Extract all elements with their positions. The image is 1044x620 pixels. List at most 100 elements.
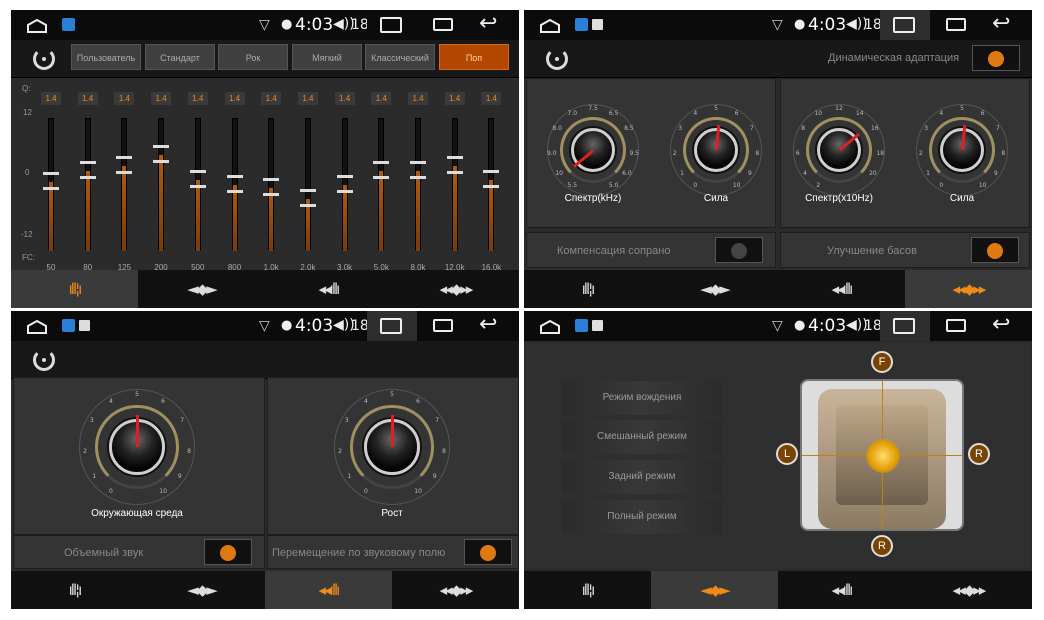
- dynamic-adaptation-toggle[interactable]: [972, 45, 1020, 71]
- eq-slider-thumb[interactable]: [153, 143, 170, 165]
- eq-slider-thumb[interactable]: [116, 154, 133, 176]
- reset-icon[interactable]: [33, 48, 55, 70]
- q-value[interactable]: 1.4: [261, 92, 282, 105]
- fc-label: 8.0k: [410, 263, 426, 272]
- back-button[interactable]: ↩: [992, 11, 1010, 36]
- back-button[interactable]: ↩: [479, 312, 497, 337]
- knob-tick-label: 3: [344, 416, 349, 424]
- tab-surround[interactable]: ◂◂ıllı: [778, 571, 905, 609]
- knob[interactable]: 5 4 6 3 7 2 8 1 9 0 10: [334, 389, 450, 505]
- mode-rear[interactable]: Задний режим: [562, 460, 722, 494]
- eq-slider-thumb[interactable]: [43, 170, 59, 192]
- tab-dsp[interactable]: ◂◂◆▸▸: [392, 571, 519, 609]
- tab-equalizer[interactable]: ıll¦ı: [11, 571, 138, 609]
- screenshot-button[interactable]: [367, 311, 417, 341]
- car-seat-map[interactable]: [800, 379, 964, 531]
- preset-pop[interactable]: Поп: [439, 44, 509, 70]
- eq-slider-track[interactable]: [378, 118, 385, 251]
- eq-slider-track[interactable]: [158, 118, 165, 251]
- tab-dsp[interactable]: ◂◂◆▸▸: [905, 270, 1032, 308]
- eq-slider-track[interactable]: [304, 118, 311, 251]
- preset-user[interactable]: Пользователь: [71, 44, 141, 70]
- knob[interactable]: 7.5 7.0 6.5 8.0 8.5 9.0 9.5 10 6.0 5.5 5.0: [547, 104, 639, 196]
- tab-dsp[interactable]: ◂◂◆▸▸: [392, 270, 519, 308]
- back-button[interactable]: ↩: [992, 312, 1010, 337]
- knob[interactable]: 12 10 14 8 16 6 18 4 20 2: [793, 104, 885, 196]
- speaker-right-button[interactable]: R: [968, 443, 990, 465]
- home-icon[interactable]: [540, 319, 560, 338]
- q-value[interactable]: 1.4: [114, 92, 135, 105]
- eq-slider-track[interactable]: [451, 118, 458, 251]
- tab-surround[interactable]: ◂◂ıllı: [265, 270, 392, 308]
- eq-slider-thumb[interactable]: [299, 187, 316, 209]
- q-value[interactable]: 1.4: [41, 92, 61, 105]
- eq-slider-thumb[interactable]: [373, 159, 390, 181]
- screenshot-button[interactable]: [880, 311, 930, 341]
- recent-apps-button[interactable]: [946, 18, 966, 31]
- knob-tick-label: 6.0: [622, 169, 632, 177]
- speaker-left-button[interactable]: L: [776, 443, 798, 465]
- eq-slider-thumb[interactable]: [189, 168, 206, 190]
- speaker-rear-button[interactable]: R: [871, 535, 893, 557]
- preset-rock[interactable]: Рок: [218, 44, 288, 70]
- tab-balance[interactable]: ◄◆►: [138, 270, 265, 308]
- tab-dsp[interactable]: ◂◂◆▸▸: [905, 571, 1032, 609]
- eq-slider-thumb[interactable]: [446, 154, 463, 176]
- screenshot-button[interactable]: [367, 10, 417, 40]
- recent-apps-button[interactable]: [433, 319, 453, 332]
- knob[interactable]: 5 4 6 3 7 2 8 1 9 0 10: [916, 104, 1008, 196]
- tab-balance[interactable]: ◄◆►: [138, 571, 265, 609]
- eq-slider-thumb[interactable]: [79, 159, 96, 181]
- knob[interactable]: 5 4 6 3 7 2 8 1 9 0 10: [670, 104, 762, 196]
- tab-balance[interactable]: ◄◆►: [651, 571, 778, 609]
- eq-slider-thumb[interactable]: [226, 173, 243, 195]
- mode-driving[interactable]: Режим вождения: [562, 381, 722, 415]
- q-value[interactable]: 1.4: [444, 92, 465, 105]
- speaker-front-button[interactable]: F: [871, 351, 893, 373]
- recent-apps-button[interactable]: [433, 18, 453, 31]
- q-value[interactable]: 1.4: [408, 92, 428, 105]
- preset-standard[interactable]: Стандарт: [145, 44, 215, 70]
- eq-slider-thumb[interactable]: [483, 168, 500, 190]
- eq-slider-track[interactable]: [121, 118, 128, 251]
- back-button[interactable]: ↩: [479, 11, 497, 36]
- knob[interactable]: 5 4 6 3 7 2 8 1 9 0 10: [79, 389, 195, 505]
- knob-label: Спектр(kHz): [564, 193, 622, 204]
- q-value[interactable]: 1.4: [371, 92, 392, 105]
- preset-classic[interactable]: Классический: [365, 44, 435, 70]
- q-value[interactable]: 1.4: [297, 92, 318, 105]
- balance-point[interactable]: [866, 439, 900, 473]
- mode-mixed[interactable]: Смешанный режим: [562, 420, 722, 454]
- eq-slider-thumb[interactable]: [410, 159, 426, 181]
- q-value[interactable]: 1.4: [187, 92, 208, 105]
- tab-equalizer[interactable]: ıll¦ı: [11, 270, 138, 308]
- tab-surround[interactable]: ◂◂ıllı: [778, 270, 905, 308]
- eq-slider-track[interactable]: [84, 118, 91, 251]
- reset-icon[interactable]: [546, 48, 568, 70]
- tab-equalizer[interactable]: ıll¦ı: [524, 270, 651, 308]
- tab-balance[interactable]: ◄◆►: [651, 270, 778, 308]
- surround-sound-toggle[interactable]: [204, 539, 252, 565]
- preset-soft[interactable]: Мягкий: [292, 44, 362, 70]
- screenshot-button[interactable]: [880, 10, 930, 40]
- home-icon[interactable]: [27, 319, 47, 338]
- home-icon[interactable]: [27, 18, 47, 37]
- q-value[interactable]: 1.4: [481, 92, 502, 105]
- eq-slider-track[interactable]: [415, 118, 421, 251]
- soprano-compensation-toggle[interactable]: [715, 237, 763, 263]
- q-value[interactable]: 1.4: [77, 92, 98, 105]
- home-icon[interactable]: [540, 18, 560, 37]
- mode-full[interactable]: Полный режим: [562, 500, 722, 534]
- bass-enhancement-toggle[interactable]: [971, 237, 1019, 263]
- q-value[interactable]: 1.4: [151, 92, 172, 105]
- eq-slider-thumb[interactable]: [263, 176, 280, 198]
- tab-equalizer[interactable]: ıll¦ı: [524, 571, 651, 609]
- q-value[interactable]: 1.4: [334, 92, 355, 105]
- reset-icon[interactable]: [33, 349, 55, 371]
- tab-surround[interactable]: ◂◂ıllı: [265, 571, 392, 609]
- eq-slider-thumb[interactable]: [336, 173, 353, 195]
- recent-apps-button[interactable]: [946, 319, 966, 332]
- sound-field-row: Перемещение по звуковому полю: [267, 535, 519, 569]
- sound-field-toggle[interactable]: [464, 539, 512, 565]
- q-value[interactable]: 1.4: [224, 92, 245, 105]
